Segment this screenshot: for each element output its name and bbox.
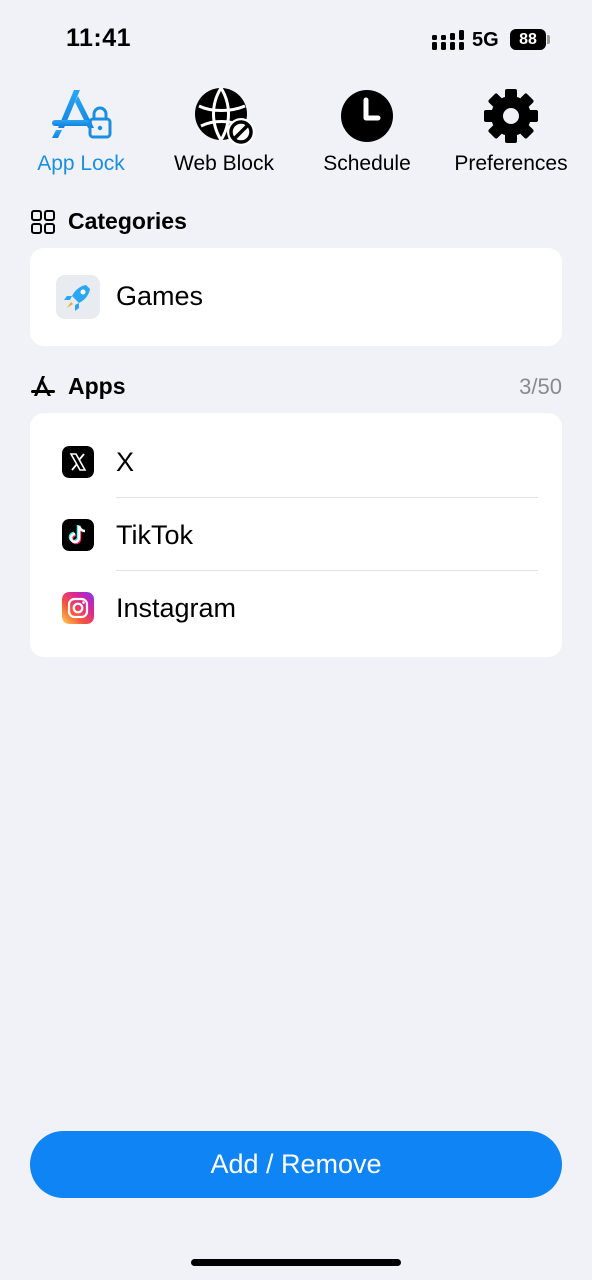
categories-header: Categories xyxy=(30,206,562,238)
tab-schedule[interactable]: Schedule xyxy=(297,84,437,184)
apps-title: Apps xyxy=(68,373,126,399)
category-icon-container xyxy=(56,275,100,319)
categories-card: Games xyxy=(30,248,562,346)
x-logo-icon xyxy=(62,446,94,478)
tab-label: App Lock xyxy=(37,152,125,175)
cellular-signal-icon xyxy=(432,30,464,50)
clock-icon xyxy=(341,90,393,142)
app-store-icon xyxy=(31,376,55,396)
app-label: TikTok xyxy=(116,520,194,550)
gear-icon xyxy=(484,89,538,143)
app-lock-screen: 11:41 5G 88 App Lock Web Block Schedule … xyxy=(0,0,592,1280)
tab-label: Schedule xyxy=(323,152,411,175)
battery-indicator: 88 xyxy=(510,29,546,50)
tab-web-block[interactable]: Web Block xyxy=(154,84,294,184)
category-item-games[interactable]: Games xyxy=(30,248,562,346)
tab-app-lock[interactable]: App Lock xyxy=(11,84,151,184)
battery-nub xyxy=(547,35,550,44)
app-item-x[interactable]: X xyxy=(30,425,562,498)
apps-card: X TikTok Instagram xyxy=(30,413,562,657)
network-type: 5G xyxy=(472,29,499,51)
status-time: 11:41 xyxy=(66,24,132,52)
rocket-icon xyxy=(64,285,90,311)
instagram-logo-icon xyxy=(62,592,94,624)
app-lock-icon xyxy=(52,90,112,139)
category-label: Games xyxy=(116,281,204,311)
tab-preferences[interactable]: Preferences xyxy=(441,84,581,184)
status-bar: 11:41 5G 88 xyxy=(0,0,592,80)
add-remove-button[interactable]: Add / Remove xyxy=(30,1131,562,1198)
web-block-icon xyxy=(195,87,255,146)
apps-header: Apps 3/50 xyxy=(30,371,562,403)
grid-icon xyxy=(31,210,55,234)
tab-label: Preferences xyxy=(454,152,568,175)
app-item-instagram[interactable]: Instagram xyxy=(30,571,562,644)
apps-count: 3/50 xyxy=(519,374,562,399)
top-tab-bar: App Lock Web Block Schedule Preferences xyxy=(0,84,592,184)
tiktok-logo-icon xyxy=(62,519,94,551)
app-item-tiktok[interactable]: TikTok xyxy=(30,498,562,571)
tab-label: Web Block xyxy=(174,152,274,175)
categories-title: Categories xyxy=(68,208,187,234)
app-label: X xyxy=(116,447,135,477)
home-indicator[interactable] xyxy=(191,1259,401,1266)
app-label: Instagram xyxy=(116,593,237,623)
